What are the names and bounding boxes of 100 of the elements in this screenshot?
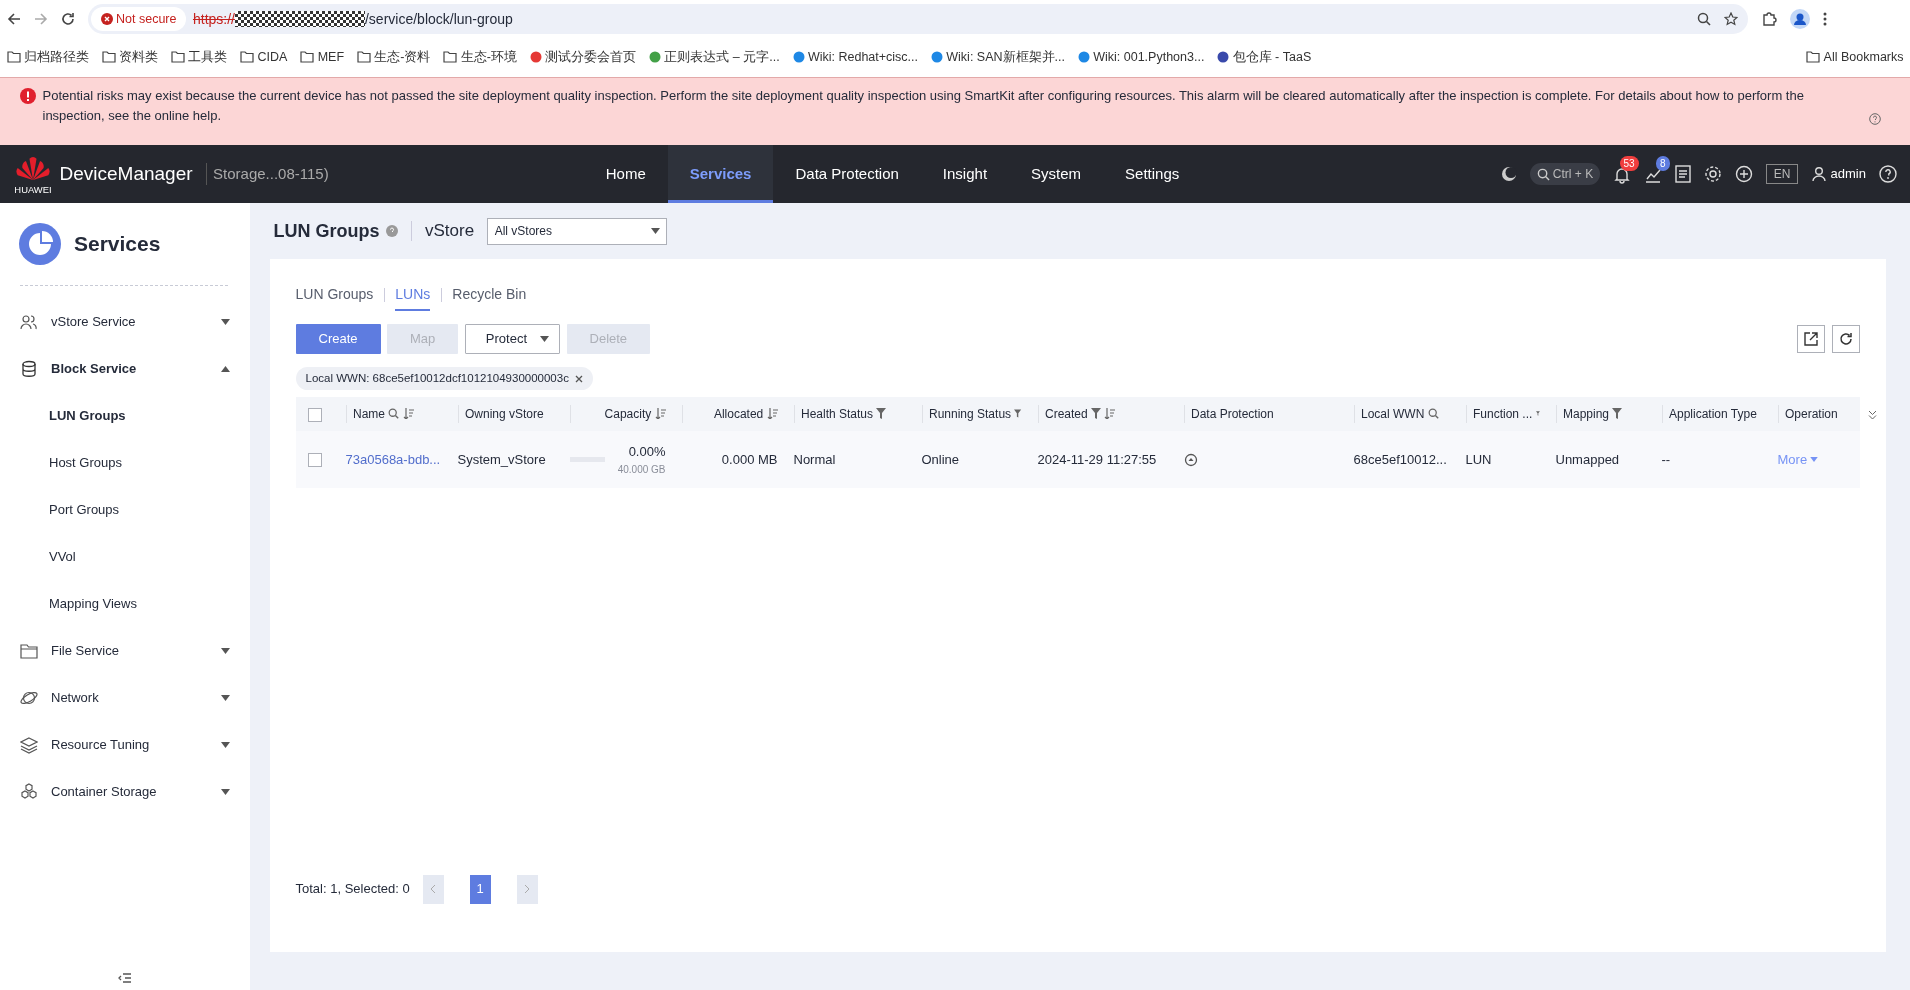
bookmark[interactable]: 工具类 bbox=[171, 47, 228, 67]
tab[interactable]: LUNs bbox=[395, 279, 431, 311]
sort-icon[interactable] bbox=[1104, 408, 1116, 420]
table-cell: LUN bbox=[1465, 451, 1492, 467]
filter-tag: Local WWN: 68ce5ef10012dcf1012104930000003c bbox=[295, 367, 594, 391]
security-chip[interactable]: Not secure bbox=[90, 6, 187, 32]
bookmark[interactable]: 资料类 bbox=[101, 47, 158, 67]
bookmark[interactable]: Wiki: Redhat+cisc... bbox=[792, 47, 919, 67]
sort-icon[interactable] bbox=[654, 408, 666, 420]
folder-icon bbox=[1806, 51, 1821, 63]
add-icon[interactable] bbox=[1734, 165, 1753, 183]
nav-tab[interactable]: Home bbox=[583, 145, 668, 203]
bookmark[interactable]: Wiki: 001.Python3... bbox=[1077, 47, 1205, 67]
zoom-icon[interactable] bbox=[1696, 12, 1711, 26]
sidebar-item[interactable]: Network bbox=[0, 674, 250, 721]
export-button[interactable] bbox=[1797, 325, 1825, 353]
all-bookmarks[interactable]: All Bookmarks bbox=[1806, 47, 1904, 67]
user-menu[interactable]: admin bbox=[1811, 164, 1866, 184]
sidebar-subitem[interactable]: Port Groups bbox=[0, 486, 250, 533]
reload-icon[interactable] bbox=[60, 12, 75, 26]
nav-tab[interactable]: Data Protection bbox=[773, 145, 921, 203]
search-field[interactable]: Ctrl + K bbox=[1530, 163, 1600, 185]
search-icon[interactable] bbox=[1427, 408, 1439, 420]
column-header: Local WWN bbox=[1361, 405, 1425, 423]
chevron-right-icon bbox=[524, 884, 531, 894]
vstore-select[interactable]: All vStores bbox=[487, 217, 668, 245]
bookmark[interactable]: 归档路径类 bbox=[6, 47, 89, 67]
bookmark[interactable]: MEF bbox=[300, 47, 344, 67]
caret-icon bbox=[540, 336, 549, 342]
action-button[interactable]: Protect bbox=[464, 324, 560, 354]
url-path: /service/block/lun-group bbox=[365, 9, 513, 29]
collapse-icon[interactable] bbox=[118, 971, 132, 984]
filter-icon[interactable] bbox=[1612, 408, 1623, 420]
sidebar-item[interactable]: Resource Tuning bbox=[0, 721, 250, 768]
sidebar-subitem[interactable]: Host Groups bbox=[0, 439, 250, 486]
filter-icon[interactable] bbox=[1014, 408, 1022, 420]
sidebar-item[interactable]: Block Service bbox=[0, 345, 250, 392]
page-button[interactable]: 1 bbox=[469, 874, 491, 904]
column-header: Health Status bbox=[801, 405, 874, 423]
bookmark[interactable]: 包仓库 - TaaS bbox=[1217, 47, 1312, 67]
moon-icon[interactable] bbox=[1501, 166, 1518, 182]
table-cell: Normal bbox=[793, 451, 836, 467]
extensions-icon[interactable] bbox=[1760, 11, 1777, 27]
bookmark[interactable]: 正则表达式 – 元字... bbox=[649, 47, 780, 67]
protection-icon[interactable] bbox=[1183, 453, 1198, 468]
filter-icon[interactable] bbox=[1090, 408, 1101, 420]
sidebar-title: Services bbox=[74, 231, 161, 258]
hexagons-icon bbox=[20, 782, 38, 801]
select-all-checkbox[interactable] bbox=[307, 407, 322, 422]
sort-icon[interactable] bbox=[766, 408, 778, 420]
table-cell: Online bbox=[921, 451, 960, 467]
tab[interactable]: Recycle Bin bbox=[452, 279, 527, 311]
page-title: LUN Groups bbox=[273, 219, 380, 243]
sidebar-item[interactable]: File Service bbox=[0, 627, 250, 674]
sort-icon[interactable] bbox=[402, 408, 414, 420]
table-cell: 0.000 MB bbox=[721, 451, 778, 467]
address-bar[interactable]: Not secure https:// /service/block/lun-group bbox=[87, 4, 1748, 34]
export-icon bbox=[1804, 332, 1818, 346]
filter-icon[interactable] bbox=[876, 408, 887, 420]
column-header: Owning vStore bbox=[465, 405, 544, 423]
table-cell: Unmapped bbox=[1555, 451, 1620, 467]
document-icon[interactable] bbox=[1674, 165, 1691, 183]
task-count: 8 bbox=[1656, 156, 1670, 172]
row-checkbox[interactable] bbox=[307, 453, 322, 468]
folder-icon bbox=[171, 51, 185, 63]
nav-tab[interactable]: Services bbox=[667, 145, 774, 203]
sidebar-subitem[interactable]: VVol bbox=[0, 533, 250, 580]
nav-tab[interactable]: Settings bbox=[1103, 145, 1202, 203]
table-cell: 68ce5ef10012... bbox=[1353, 451, 1447, 467]
back-icon[interactable] bbox=[6, 12, 21, 26]
bookmark[interactable]: 生态-资料 bbox=[357, 47, 431, 67]
folder-icon bbox=[240, 51, 255, 63]
profile-icon[interactable] bbox=[1789, 9, 1810, 29]
caret-icon bbox=[1810, 456, 1819, 462]
refresh-button[interactable] bbox=[1831, 325, 1860, 353]
nav-tab[interactable]: Insight bbox=[920, 145, 1010, 203]
sidebar-item[interactable]: Container Storage bbox=[0, 768, 250, 815]
nav-tab[interactable]: System bbox=[1009, 145, 1104, 203]
sidebar-subitem[interactable]: LUN Groups bbox=[0, 392, 250, 439]
alarm-count: 53 bbox=[1619, 156, 1639, 172]
column-header: Allocated bbox=[713, 405, 764, 423]
sidebar-subitem[interactable]: Mapping Views bbox=[0, 580, 250, 627]
refresh-icon bbox=[1838, 332, 1853, 346]
bookmark[interactable]: Wiki: SAN新框架并... bbox=[931, 47, 1065, 67]
star-icon[interactable] bbox=[1723, 12, 1738, 26]
close-icon[interactable] bbox=[575, 374, 584, 383]
menu-icon[interactable] bbox=[1822, 12, 1827, 26]
caret-icon bbox=[221, 647, 230, 654]
action-button[interactable]: Create bbox=[295, 324, 381, 354]
chevrons-icon[interactable] bbox=[1867, 409, 1877, 420]
bookmark[interactable]: 生态-环境 bbox=[443, 47, 517, 67]
vstore-label: vStore bbox=[425, 220, 475, 243]
bookmark[interactable]: 测试分委会首页 bbox=[529, 47, 637, 67]
sidebar-item[interactable]: vStore Service bbox=[0, 298, 250, 345]
layers-icon bbox=[20, 735, 38, 754]
search-icon[interactable] bbox=[388, 408, 400, 420]
settings-icon[interactable] bbox=[1703, 165, 1722, 183]
tab[interactable]: LUN Groups bbox=[295, 279, 374, 311]
language-button[interactable]: EN bbox=[1765, 164, 1799, 184]
bookmark[interactable]: CIDA bbox=[240, 47, 288, 67]
